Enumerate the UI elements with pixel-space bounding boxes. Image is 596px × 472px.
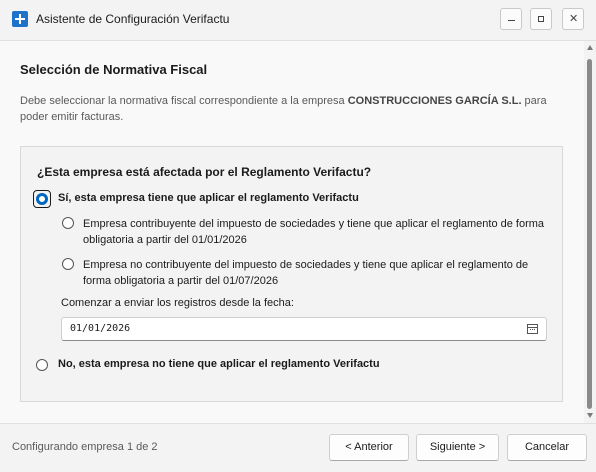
close-icon: ✕ (569, 12, 579, 25)
minimize-icon (508, 20, 515, 21)
maximize-icon (538, 16, 544, 22)
option-no-label[interactable]: No, esta empresa no tiene que aplicar el… (58, 358, 380, 370)
radio-sub-option-2[interactable] (62, 258, 74, 270)
maximize-button[interactable] (530, 8, 552, 30)
calendar-icon[interactable] (527, 324, 538, 334)
scrollbar-thumb[interactable] (587, 59, 592, 409)
start-date-value[interactable]: 01/01/2026 (70, 323, 130, 334)
radio-no[interactable] (36, 359, 48, 371)
wizard-window: Asistente de Configuración Verifactu ✕ S… (0, 0, 596, 472)
title-bar[interactable]: Asistente de Configuración Verifactu ✕ (0, 0, 596, 40)
sub-option-2-label[interactable]: Empresa no contribuyente del impuesto de… (83, 257, 553, 289)
back-button[interactable]: < Anterior (329, 434, 409, 461)
verifactu-options-panel: ¿Esta empresa está afectada por el Regla… (20, 146, 563, 402)
radio-yes[interactable] (36, 193, 48, 205)
radio-sub-option-1[interactable] (62, 217, 74, 229)
scroll-down-arrow-icon[interactable] (587, 413, 593, 418)
next-button[interactable]: Siguiente > (416, 434, 499, 461)
company-name: CONSTRUCCIONES GARCÍA S.L. (347, 95, 522, 107)
minimize-button[interactable] (500, 8, 522, 30)
page-description: Debe seleccionar la normativa fiscal cor… (20, 93, 570, 125)
option-yes-label[interactable]: Sí, esta empresa tiene que aplicar el re… (58, 192, 359, 204)
footer-divider (0, 423, 596, 424)
close-button[interactable]: ✕ (562, 8, 584, 30)
progress-status: Configurando empresa 1 de 2 (12, 441, 158, 453)
description-prefix: Debe seleccionar la normativa fiscal cor… (20, 95, 348, 107)
page-title: Selección de Normativa Fiscal (20, 62, 208, 77)
verifactu-question: ¿Esta empresa está afectada por el Regla… (37, 165, 372, 179)
window-title: Asistente de Configuración Verifactu (36, 12, 230, 26)
app-logo-icon (12, 11, 28, 27)
start-date-label: Comenzar a enviar los registros desde la… (61, 297, 294, 309)
wizard-content: Selección de Normativa Fiscal Debe selec… (0, 41, 584, 423)
start-date-input[interactable]: 01/01/2026 (61, 317, 547, 341)
cancel-button[interactable]: Cancelar (507, 434, 587, 461)
scroll-up-arrow-icon[interactable] (587, 45, 593, 50)
vertical-scrollbar[interactable] (584, 41, 596, 423)
sub-option-1-label[interactable]: Empresa contribuyente del impuesto de so… (83, 216, 553, 248)
